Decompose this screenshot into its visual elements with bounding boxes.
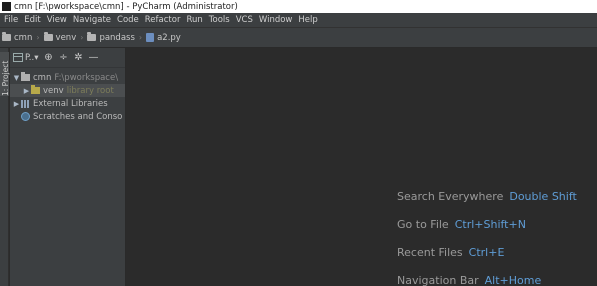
breadcrumb-venv[interactable]: venv bbox=[42, 32, 81, 43]
hint-shortcut: Double Shift bbox=[509, 190, 577, 203]
folder-icon bbox=[43, 32, 53, 41]
menu-help[interactable]: Help bbox=[295, 15, 320, 25]
expanded-arrow-icon[interactable]: ▼ bbox=[12, 74, 21, 82]
tree-item-label: External Libraries bbox=[33, 98, 108, 109]
python-file-icon bbox=[146, 33, 155, 42]
library-root-tag: library root bbox=[66, 85, 114, 96]
menu-run[interactable]: Run bbox=[183, 15, 205, 25]
menu-edit[interactable]: Edit bbox=[21, 15, 43, 25]
tree-item-external-libraries[interactable]: ▶ External Libraries bbox=[10, 97, 125, 110]
project-tool-window: P..▾ ⊕ ÷ ✲ — ▼ cmn F:\pworkspace\ ▶ venv… bbox=[10, 48, 126, 286]
folder-icon bbox=[87, 32, 97, 41]
hint-recent-files: Recent Files Ctrl+E bbox=[397, 246, 504, 259]
breadcrumb-a2-py[interactable]: a2.py bbox=[144, 33, 185, 43]
editor-empty-area: Search Everywhere Double Shift Go to File… bbox=[127, 48, 597, 286]
scratch-icon bbox=[21, 112, 30, 121]
menu-tools[interactable]: Tools bbox=[206, 15, 233, 25]
project-view-selector[interactable]: P..▾ bbox=[13, 53, 38, 63]
breadcrumb-label: venv bbox=[55, 32, 77, 43]
left-tool-window-stripe: 1: Project bbox=[0, 48, 10, 286]
breadcrumb-pandass[interactable]: pandass bbox=[85, 32, 138, 43]
tree-item-label: venv bbox=[43, 85, 64, 96]
project-tool-window-tab[interactable]: 1: Project bbox=[0, 52, 10, 96]
menu-refactor[interactable]: Refactor bbox=[142, 15, 184, 25]
breadcrumb-cmn[interactable]: cmn bbox=[0, 32, 36, 43]
hint-label: Go to File bbox=[397, 218, 449, 231]
hint-label: Recent Files bbox=[397, 246, 463, 259]
tree-item-cmn[interactable]: ▼ cmn F:\pworkspace\ bbox=[10, 71, 125, 84]
project-view-icon bbox=[13, 53, 23, 62]
hint-go-to-file: Go to File Ctrl+Shift+N bbox=[397, 218, 526, 231]
window-title: cmn [F:\pworkspace\cmn] - PyCharm (Admin… bbox=[14, 1, 238, 12]
pycharm-app-icon bbox=[2, 2, 11, 11]
menu-file[interactable]: File bbox=[1, 15, 21, 25]
tree-item-label: Scratches and Conso bbox=[33, 111, 123, 122]
hint-shortcut: Alt+Home bbox=[484, 274, 542, 286]
breadcrumb-label: a2.py bbox=[157, 32, 181, 43]
menu-code[interactable]: Code bbox=[114, 15, 142, 25]
collapse-all-icon[interactable]: ÷ bbox=[58, 52, 68, 63]
venv-folder-icon bbox=[31, 85, 40, 94]
menu-navigate[interactable]: Navigate bbox=[70, 15, 114, 25]
folder-icon bbox=[2, 32, 11, 41]
library-icon bbox=[21, 99, 30, 108]
collapsed-arrow-icon[interactable]: ▶ bbox=[12, 100, 21, 108]
tree-item-path: F:\pworkspace\ bbox=[54, 72, 119, 83]
tree-item-label: cmn bbox=[33, 72, 52, 83]
menu-vcs[interactable]: VCS bbox=[233, 15, 256, 25]
scroll-from-source-icon[interactable]: ⊕ bbox=[43, 52, 53, 63]
breadcrumb-label: cmn bbox=[14, 32, 33, 43]
hint-label: Search Everywhere bbox=[397, 190, 504, 203]
window-title-bar: cmn [F:\pworkspace\cmn] - PyCharm (Admin… bbox=[0, 0, 597, 13]
gear-icon[interactable]: ✲ bbox=[73, 52, 83, 63]
tree-item-scratches[interactable]: Scratches and Conso bbox=[10, 110, 125, 123]
hide-panel-icon[interactable]: — bbox=[88, 52, 98, 63]
project-tab-label: 1: Project bbox=[1, 60, 10, 96]
breadcrumb-separator-icon: › bbox=[36, 33, 40, 42]
project-panel-toolbar: P..▾ ⊕ ÷ ✲ — bbox=[10, 48, 125, 68]
collapsed-arrow-icon[interactable]: ▶ bbox=[22, 87, 31, 95]
tree-item-venv[interactable]: ▶ venv library root bbox=[10, 84, 125, 97]
menu-view[interactable]: View bbox=[44, 15, 70, 25]
navigation-breadcrumb-bar: cmn › venv › pandass › a2.py bbox=[0, 27, 597, 48]
hint-label: Navigation Bar bbox=[397, 274, 479, 286]
menu-bar: File Edit View Navigate Code Refactor Ru… bbox=[0, 13, 597, 27]
hint-search-everywhere: Search Everywhere Double Shift bbox=[397, 190, 577, 203]
breadcrumb-label: pandass bbox=[99, 32, 135, 43]
project-view-label: P..▾ bbox=[25, 52, 39, 63]
menu-window[interactable]: Window bbox=[256, 15, 296, 25]
folder-icon bbox=[21, 72, 30, 81]
hint-shortcut: Ctrl+Shift+N bbox=[454, 218, 526, 231]
breadcrumb-separator-icon: › bbox=[80, 33, 84, 42]
hint-shortcut: Ctrl+E bbox=[468, 246, 505, 259]
breadcrumb-separator-icon: › bbox=[138, 33, 143, 42]
hint-navigation-bar: Navigation Bar Alt+Home bbox=[397, 274, 541, 286]
project-tree: ▼ cmn F:\pworkspace\ ▶ venv library root… bbox=[10, 68, 125, 123]
